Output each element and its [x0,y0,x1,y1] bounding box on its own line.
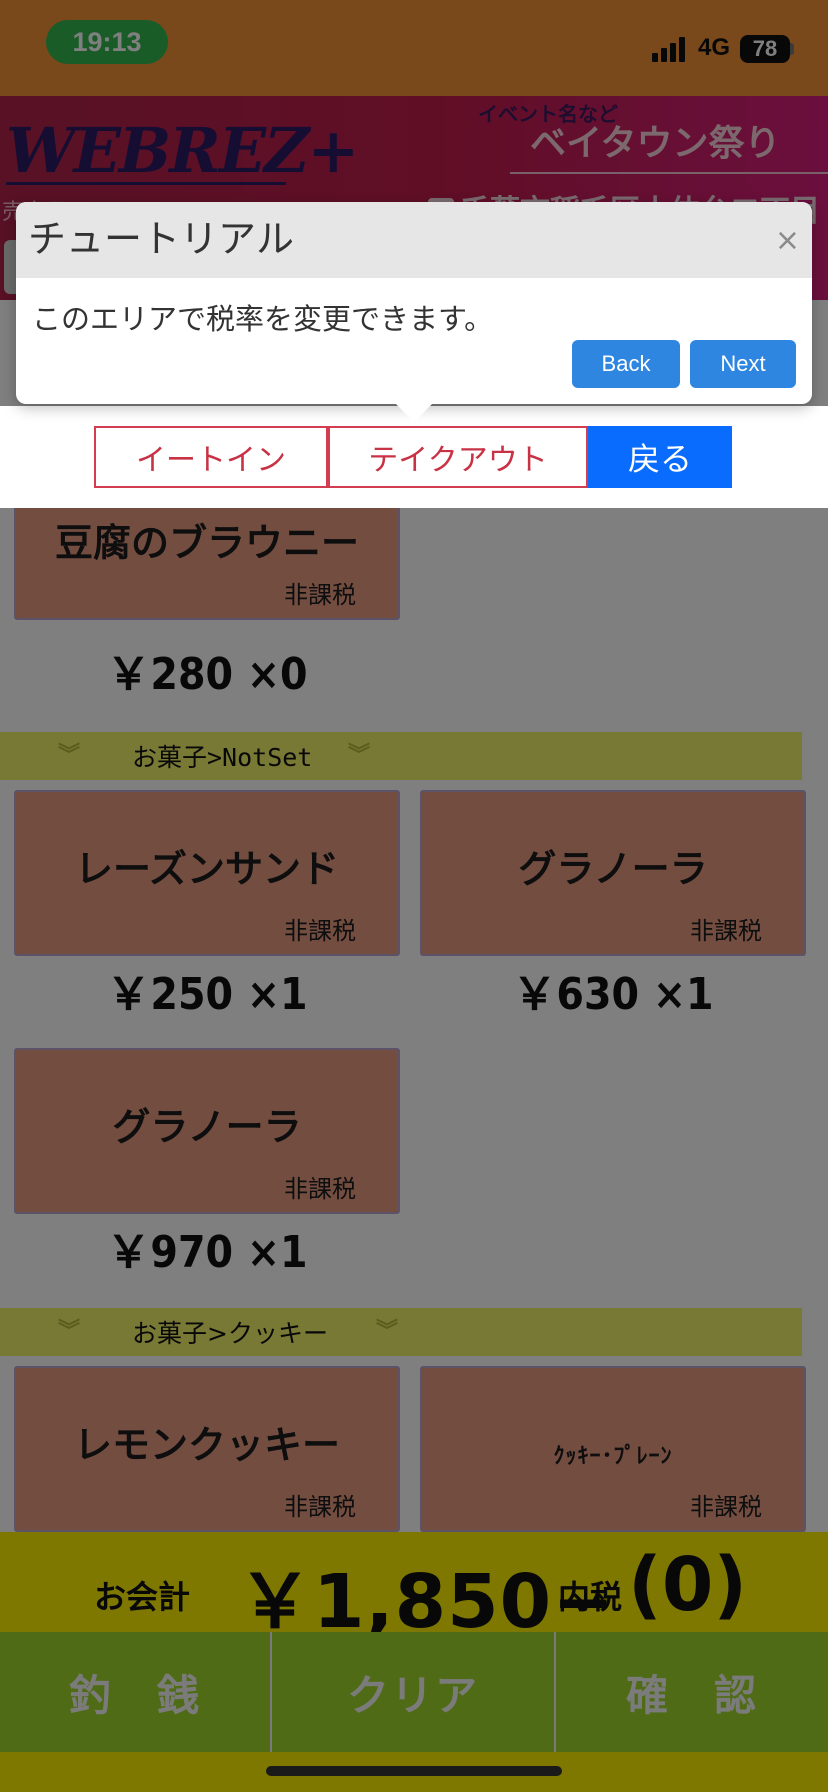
tax-status: 非課税 [690,1493,762,1521]
change-button[interactable]: 釣 銭 [0,1632,272,1752]
tax-status: 非課税 [284,1175,356,1203]
home-indicator[interactable] [266,1766,562,1776]
logo-underline [6,182,286,185]
double-chevron-down-icon: ︾ [58,743,81,768]
tax-status: 非課税 [284,1493,356,1521]
popover-header: チュートリアル × [16,202,812,278]
status-time: 19:13 [46,20,168,64]
return-button[interactable]: 戻る [588,426,732,488]
close-icon[interactable]: × [775,226,800,256]
product-price: ￥250 ×1 [106,969,308,1020]
product-card[interactable]: ｸｯｷｰ･ﾌﾟﾚｰﾝ 非課税 [420,1366,806,1532]
take-out-button[interactable]: テイクアウト [328,426,588,488]
product-name: レモンクッキー [73,1423,340,1467]
event-divider [510,172,828,174]
category-label: お菓子>NotSet [132,743,313,772]
network-type: 4G [698,34,731,61]
included-tax-label: 内税 [558,1578,623,1616]
battery-tip [790,43,794,55]
product-name: 豆腐のブラウニー [54,521,359,565]
tax-status: 非課税 [284,581,356,609]
category-label: お菓子>クッキー [132,1319,328,1348]
app-logo: WEBREZ+ [6,114,359,187]
product-card[interactable]: グラノーラ 非課税 [420,790,806,956]
status-bar: 19:13 4G 78 [0,0,828,96]
total-bar: お会計 ￥1,850− 内税 (0) [0,1532,828,1632]
tax-status: 非課税 [690,917,762,945]
product-name: グラノーラ [112,1105,302,1149]
action-bar: 釣 銭 クリア 確 認 [0,1632,828,1752]
tutorial-back-button[interactable]: Back [572,340,680,388]
double-chevron-down-icon: ︾ [58,1319,81,1344]
product-name: ｸｯｷｰ･ﾌﾟﾚｰﾝ [553,1444,673,1469]
tutorial-popover: チュートリアル × このエリアで税率を変更できます。 Back Next [16,202,812,422]
product-price: ￥970 ×1 [106,1227,308,1278]
tutorial-next-button[interactable]: Next [690,340,796,388]
eat-in-button[interactable]: イートイン [94,426,328,488]
product-card[interactable]: グラノーラ 非課税 [14,1048,400,1214]
category-header[interactable]: ︾ お菓子>クッキー ︾ [0,1308,802,1356]
included-tax-amount: (0) [628,1542,748,1628]
clear-button[interactable]: クリア [272,1632,556,1752]
popover-title: チュートリアル [28,217,295,261]
product-card[interactable]: レーズンサンド 非課税 [14,790,400,956]
battery-icon: 78 [740,35,790,63]
product-price: ￥630 ×1 [512,969,714,1020]
double-chevron-down-icon: ︾ [348,743,371,768]
product-price: ￥280 ×0 [106,649,308,700]
signal-icon [652,36,688,62]
double-chevron-down-icon: ︾ [376,1319,399,1344]
product-card[interactable]: レモンクッキー 非課税 [14,1366,400,1532]
event-name[interactable]: ベイタウン祭り [530,114,781,166]
category-header[interactable]: ︾ お菓子>NotSet ︾ [0,732,802,780]
popover-message: このエリアで税率を変更できます。 [32,302,494,336]
total-label: お会計 [94,1578,191,1616]
confirm-button[interactable]: 確 認 [556,1632,828,1752]
tax-status: 非課税 [284,917,356,945]
product-name: レーズンサンド [74,847,340,891]
product-name: グラノーラ [518,847,708,891]
